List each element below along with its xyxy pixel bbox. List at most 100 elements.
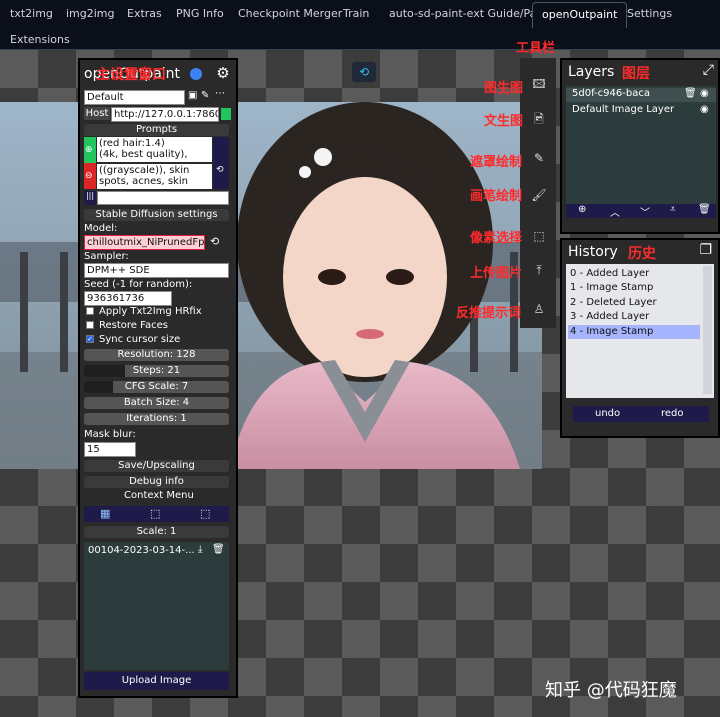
slider-batch-size[interactable]: Batch Size: 4 [84,397,229,409]
layers-title: Layers [568,64,615,80]
save-upscaling-header[interactable]: Save/Upscaling [84,460,229,472]
more-icon[interactable]: ⋯ [215,88,225,99]
tab-extras[interactable]: Extras [127,6,162,26]
history-icon[interactable]: ❐ [699,242,712,258]
history-item[interactable]: 1 - Image Stamp [568,281,700,295]
upload-image-icon: ⤒ [536,262,542,277]
history-item[interactable]: 3 - Added Layer [568,310,700,324]
preset-select[interactable]: Default [84,90,185,105]
prompt-history-bar: ⟲ [213,137,229,189]
move-down-icon[interactable]: ﹀ [640,204,650,219]
checkbox-sync-cursor[interactable]: ✓ [86,335,94,343]
negative-prompt-textarea[interactable]: ((grayscale)), skin spots, acnes, skin [97,164,212,189]
refresh-icon: ⟲ [358,65,370,79]
select-mode-bar: ▦ ⬚ ⬚ [84,506,229,522]
tab-img2img[interactable]: img2img [66,6,115,26]
scale-slider[interactable]: Scale: 1 [84,526,229,538]
txt2img-icon: 🖻 [534,111,544,126]
download-icon[interactable]: ⤓ [198,544,202,555]
prompt-textarea[interactable]: (red hair:1.4) (4k, best quality), [97,137,212,162]
styles-input[interactable] [97,191,229,205]
annotation-txt2img: 文生图 [484,114,524,129]
tab-extensions[interactable]: Extensions [10,32,70,52]
layer-item[interactable]: 5d0f-c946-baca 🗑 ◉ [566,88,716,102]
annotation-paint-brush: 画笔绘制 [470,189,523,204]
img2img-tool[interactable]: 🖾 [528,74,550,96]
dashed-select-icon[interactable]: ⬚ [150,507,160,520]
merge-down-icon[interactable]: ⩡ [670,204,676,215]
mask-brush-icon: ✎ [533,151,545,165]
gear-icon[interactable]: ⚙ [214,64,232,82]
layer-name: Default Image Layer [572,104,675,115]
tab-train[interactable]: Train [343,6,369,26]
model-select[interactable]: chilloutmix_NiPrunedFp1 [84,235,205,250]
expand-icon[interactable]: ⤢ [703,62,714,78]
prompts-header[interactable]: Prompts [84,124,229,136]
tab-bar: txt2img img2img Extras PNG Info Checkpoi… [0,0,720,50]
seed-input[interactable]: 936361736 [84,291,172,306]
annotation-layers: 图层 [622,66,650,82]
mask-brush-tool[interactable]: ✎ [528,147,550,169]
interrogate-tool[interactable]: ♙ [528,298,550,320]
slider-label: Steps: 21 [132,365,181,376]
checkbox-hrfix[interactable] [86,307,94,315]
tab-txt2img[interactable]: txt2img [10,6,53,26]
paint-brush-tool[interactable]: 🖌 [528,184,550,206]
image-entry[interactable]: 00104-2023-03-14-... [88,545,195,556]
history-scrollbar[interactable] [703,266,712,394]
layer-item[interactable]: Default Image Layer ◉ [566,104,716,118]
tab-auto-sd-paint-ext[interactable]: auto-sd-paint-ext Guide/Panel [389,6,553,26]
checkbox-restore-faces[interactable] [86,321,94,329]
selection-tool[interactable]: ⬚ [528,225,550,247]
tab-settings[interactable]: Settings [627,6,672,26]
slider-label: CFG Scale: 7 [124,381,189,392]
grid-icon[interactable]: ▦ [100,507,110,520]
edit-icon[interactable]: ✎ [201,90,209,101]
slider-resolution[interactable]: Resolution: 128 [84,349,229,361]
sd-settings-header[interactable]: Stable Diffusion settings [84,209,229,221]
save-icon[interactable]: ▣ [188,90,197,101]
trash-icon[interactable]: 🗑 [684,88,697,99]
slider-label: Batch Size: 4 [123,397,190,408]
history-item[interactable]: 0 - Added Layer [568,267,700,281]
tab-openoutpaint[interactable]: openOutpaint [532,2,628,28]
undo-button[interactable]: undo [595,408,620,419]
upload-image-tool[interactable]: ⤒ [528,259,550,281]
prompt-side-bar: ⊕ ⊖ [84,137,96,189]
refresh-models-icon[interactable]: ⟲ [210,235,219,248]
checkbox-label-restore-faces: Restore Faces [99,320,168,331]
eye-icon[interactable]: ◉ [700,104,709,115]
slider-iterations[interactable]: Iterations: 1 [84,413,229,425]
sampler-select[interactable]: DPM++ SDE [84,263,229,278]
host-input[interactable]: http://127.0.0.1:7860 [111,107,219,122]
image-list: 00104-2023-03-14-... ⤓ 🗑 [84,542,229,670]
refresh-canvas-button[interactable]: ⟲ [352,62,376,82]
mask-blur-input[interactable]: 15 [84,442,136,457]
txt2img-tool[interactable]: 🖻 [528,109,550,131]
tab-png-info[interactable]: PNG Info [176,6,224,26]
debug-info-header[interactable]: Debug info [84,476,229,488]
annotation-toolbar: 工具栏 [516,41,556,56]
history-item-selected[interactable]: 4 - Image Stamp [568,325,700,339]
move-up-icon[interactable]: ︿ [610,204,620,219]
split-select-icon[interactable]: ⬚ [200,507,210,520]
redo-button[interactable]: redo [661,408,684,419]
app-root: txt2img img2img Extras PNG Info Checkpoi… [0,0,720,717]
watermark: 知乎 @代码狂魔 [545,680,677,701]
add-layer-icon[interactable]: ⊕ [578,204,586,215]
delete-layer-icon[interactable]: 🗑 [698,204,711,215]
trash-icon[interactable]: 🗑 [212,544,225,555]
minus-icon[interactable]: ⊖ [85,171,93,181]
styles-icon[interactable]: ||| [84,191,96,205]
annotation-history: 历史 [628,246,656,262]
layer-list: 5d0f-c946-baca 🗑 ◉ Default Image Layer ◉… [566,86,716,219]
history-item[interactable]: 2 - Deleted Layer [568,296,700,310]
slider-cfg-scale[interactable]: CFG Scale: 7 [84,381,229,393]
slider-steps[interactable]: Steps: 21 [84,365,229,377]
history-icon[interactable]: ⟲ [216,165,224,175]
eye-icon[interactable]: ◉ [700,88,709,99]
plus-icon[interactable]: ⊕ [85,145,93,155]
annotation-selection: 像素选择 [470,231,523,246]
tab-checkpoint-merger[interactable]: Checkpoint Merger [238,6,342,26]
upload-image-button[interactable]: Upload Image [84,672,229,690]
